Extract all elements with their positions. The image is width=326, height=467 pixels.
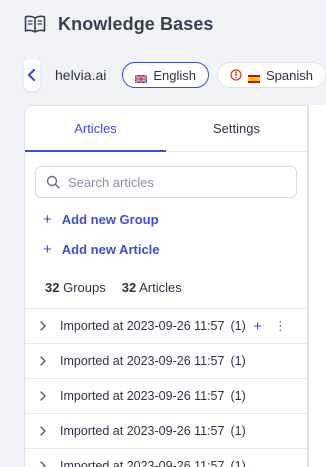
brand-bar: helvia.ai English Spanish <box>24 58 326 92</box>
chevron-right-icon[interactable] <box>39 321 51 331</box>
chevron-right-icon[interactable] <box>39 391 51 401</box>
group-title: Imported at 2023-09-26 11:57 <box>60 459 225 467</box>
group-article-count: (1) <box>230 354 246 368</box>
group-row[interactable]: Imported at 2023-09-26 11:57 (1) <box>25 449 307 467</box>
articles-summary: 32 Articles <box>122 280 182 295</box>
tab-settings[interactable]: Settings <box>166 106 307 151</box>
articles-count: 32 <box>121 279 137 295</box>
chevron-right-icon[interactable] <box>39 356 51 366</box>
page-title: Knowledge Bases <box>58 13 214 34</box>
group-title: Imported at 2023-09-26 11:57 <box>60 319 225 333</box>
groups-summary: 32 Groups <box>45 280 106 295</box>
back-button[interactable] <box>24 59 40 91</box>
add-article-label: Add new Article <box>61 241 160 257</box>
tab-articles[interactable]: Articles <box>25 106 166 152</box>
search-icon <box>46 175 60 189</box>
articles-label: Articles <box>139 279 182 295</box>
warning-icon <box>230 69 242 81</box>
uk-flag-icon <box>134 71 148 84</box>
search-box <box>35 166 297 198</box>
book-open-icon <box>24 15 46 33</box>
more-options-icon[interactable]: ⋮ <box>274 318 287 334</box>
spain-flag-icon <box>248 71 261 83</box>
summary-counts: 32 Groups 32 Articles <box>45 277 307 297</box>
group-row[interactable]: Imported at 2023-09-26 11:57 (1) <box>25 344 307 379</box>
page-header: Knowledge Bases <box>24 12 214 36</box>
panel-tabs: Articles Settings <box>25 106 307 152</box>
group-row[interactable]: Imported at 2023-09-26 11:57 (1) + ⋮ <box>25 309 307 344</box>
plus-icon: + <box>43 210 52 228</box>
language-pill-spanish[interactable]: Spanish <box>217 62 326 88</box>
group-row-actions: + ⋮ <box>253 318 287 335</box>
language-pill-english[interactable]: English <box>122 62 210 88</box>
language-label: English <box>153 67 197 83</box>
language-label: Spanish <box>266 67 313 83</box>
add-article-button[interactable]: + Add new Article <box>43 239 307 259</box>
group-title: Imported at 2023-09-26 11:57 <box>60 354 225 368</box>
plus-icon: + <box>43 240 52 258</box>
brand-name: helvia.ai <box>55 67 107 83</box>
chevron-right-icon[interactable] <box>39 426 51 436</box>
group-row[interactable]: Imported at 2023-09-26 11:57 (1) <box>25 379 307 414</box>
group-article-count: (1) <box>230 319 246 333</box>
chevron-left-icon <box>27 69 36 81</box>
group-title: Imported at 2023-09-26 11:57 <box>60 424 225 438</box>
add-article-to-group-icon[interactable]: + <box>253 318 262 335</box>
group-row[interactable]: Imported at 2023-09-26 11:57 (1) <box>25 414 307 449</box>
add-group-button[interactable]: + Add new Group <box>43 209 307 229</box>
add-group-label: Add new Group <box>61 211 159 227</box>
articles-panel: Articles Settings + Add new Group + Add … <box>24 105 308 467</box>
group-title: Imported at 2023-09-26 11:57 <box>60 389 225 403</box>
group-article-count: (1) <box>230 424 246 438</box>
group-article-count: (1) <box>230 389 246 403</box>
groups-count: 32 <box>45 279 60 295</box>
group-article-count: (1) <box>230 459 246 467</box>
search-input[interactable] <box>68 174 288 190</box>
editor-panel-edge <box>308 105 326 467</box>
chevron-right-icon[interactable] <box>39 461 51 467</box>
groups-label: Groups <box>63 279 106 295</box>
group-list: Imported at 2023-09-26 11:57 (1) + ⋮ Imp… <box>25 308 307 467</box>
